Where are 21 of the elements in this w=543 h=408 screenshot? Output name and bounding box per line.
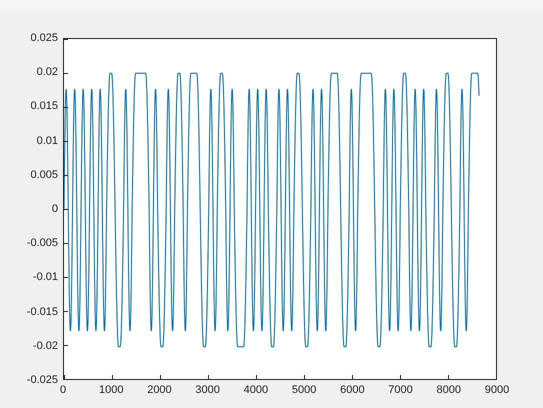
y-tick-label: 0.015 [30, 100, 58, 112]
x-tick-label: 8000 [436, 384, 461, 396]
x-tick-label: 1000 [98, 384, 124, 396]
x-tick-label: 7000 [388, 384, 413, 396]
y-tick-label: 0.025 [30, 32, 58, 44]
x-tick-label: 6000 [340, 384, 365, 396]
y-tick-label: 0.01 [36, 134, 58, 147]
y-tick-label: 0 [52, 203, 58, 215]
x-tick-label: 5000 [292, 384, 316, 396]
y-tick-label: -0.02 [32, 340, 58, 352]
x-tick-label: 2000 [147, 384, 172, 396]
y-tick-label: -0.01 [32, 271, 58, 284]
x-tick-label: 0 [60, 384, 66, 396]
y-tick-label: 0.005 [30, 168, 58, 181]
y-tick-label: -0.025 [26, 374, 58, 386]
y-tick-label: -0.005 [26, 237, 58, 250]
y-tick-label: -0.015 [26, 306, 58, 318]
x-tick-label: 9000 [484, 384, 510, 396]
y-tick-label: 0.02 [36, 66, 58, 78]
x-tick-label: 4000 [244, 384, 268, 396]
x-tick-label: 3000 [195, 384, 220, 396]
